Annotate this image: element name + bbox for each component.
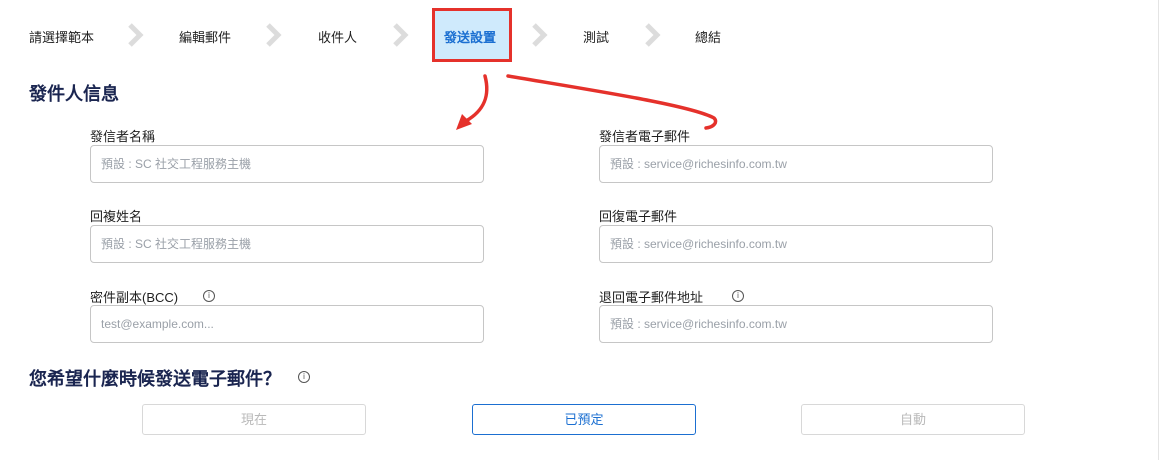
scheduled-button[interactable]: 已預定 xyxy=(472,404,696,435)
step-edit-email[interactable]: 編輯郵件 xyxy=(179,27,231,46)
send-settings-page: 請選擇範本 編輯郵件 收件人 發送設置 測試 總結 發件人信息 發信者名稱 發信… xyxy=(0,0,1170,460)
step-summary[interactable]: 總結 xyxy=(695,27,721,46)
sender-name-input[interactable] xyxy=(90,145,484,183)
bcc-input[interactable] xyxy=(90,305,484,343)
schedule-title: 您希望什麼時候發送電子郵件？ xyxy=(29,369,281,389)
step-test[interactable]: 測試 xyxy=(583,27,609,46)
reply-name-label: 回複姓名 xyxy=(90,209,143,224)
reply-name-input[interactable] xyxy=(90,225,484,263)
right-divider xyxy=(1158,0,1159,460)
chevron-right-icon xyxy=(528,22,550,48)
reply-email-input[interactable] xyxy=(599,225,993,263)
bounce-email-label: 退回電子郵件地址 xyxy=(599,290,704,305)
send-now-button[interactable]: 現在 xyxy=(142,404,366,435)
sender-email-input[interactable] xyxy=(599,145,993,183)
sender-email-label: 發信者電子郵件 xyxy=(599,129,691,144)
chevron-right-icon xyxy=(641,22,663,48)
step-send-settings[interactable]: 發送設置 xyxy=(444,27,496,46)
sender-info-title: 發件人信息 xyxy=(29,84,119,104)
chevron-right-icon xyxy=(262,22,284,48)
step-choose-template[interactable]: 請選擇範本 xyxy=(29,27,94,46)
bounce-email-input[interactable] xyxy=(599,305,993,343)
info-icon[interactable]: i xyxy=(203,290,215,302)
chevron-right-icon xyxy=(124,22,146,48)
wizard-stepper: 請選擇範本 編輯郵件 收件人 發送設置 測試 總結 xyxy=(0,0,1158,70)
chevron-right-icon xyxy=(389,22,411,48)
info-icon[interactable]: i xyxy=(298,371,310,383)
bcc-label: 密件副本(BCC) xyxy=(90,290,179,305)
step-recipients[interactable]: 收件人 xyxy=(318,27,357,46)
sender-name-label: 發信者名稱 xyxy=(90,129,156,144)
info-icon[interactable]: i xyxy=(732,290,744,302)
reply-email-label: 回復電子郵件 xyxy=(599,209,678,224)
automatic-button[interactable]: 自動 xyxy=(801,404,1025,435)
